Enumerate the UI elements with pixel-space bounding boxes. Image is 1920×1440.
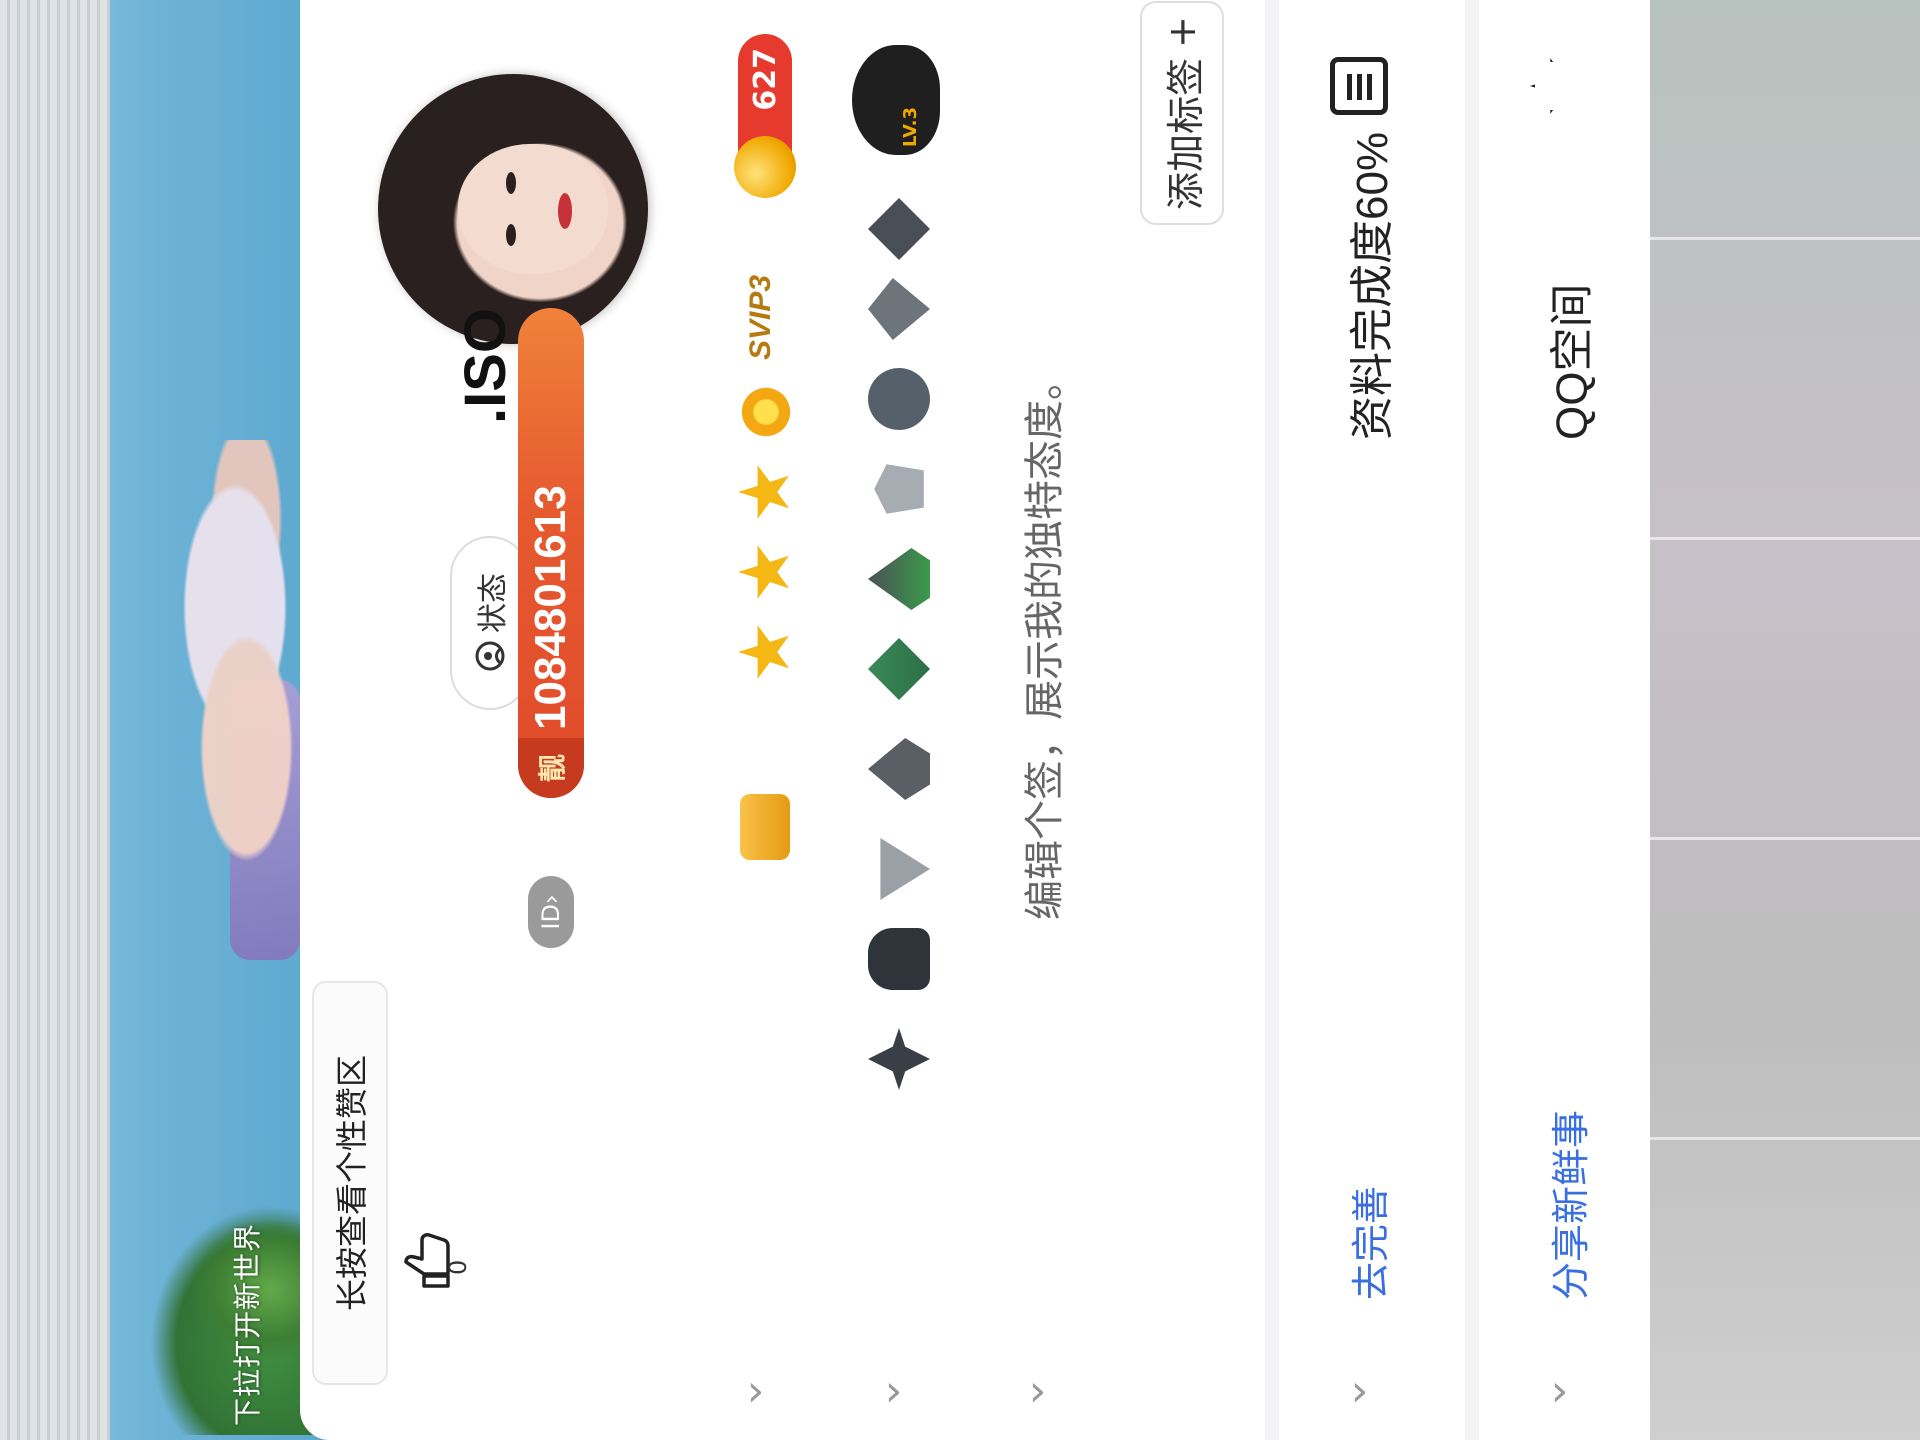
coin-badge: 627	[734, 34, 796, 198]
sun-level-icon	[738, 384, 794, 440]
avatar-lips	[558, 193, 572, 229]
svip-badge: SVIP3	[744, 274, 777, 360]
pretty-number-tag: 靓	[518, 738, 584, 798]
qq-number-badge[interactable]: 靓 1084801613	[518, 308, 584, 798]
star-level-icon	[738, 544, 794, 600]
qzone-star-icon	[1530, 57, 1588, 115]
medal-icon	[868, 738, 930, 800]
pull-to-open-hint: 下拉打开新世界	[232, 1222, 263, 1426]
chevron-right-icon: ›	[746, 1365, 765, 1417]
medal-icon	[868, 638, 930, 700]
nickname: .ISO	[453, 307, 518, 424]
status-label: 状态	[476, 573, 511, 633]
photo-separator	[1650, 537, 1920, 540]
id-detail-button[interactable]: ID ›	[528, 876, 574, 948]
medal-icon	[868, 1028, 930, 1090]
add-tag-button[interactable]: 添加标签 +	[1140, 1, 1224, 225]
star-level-icon	[738, 624, 794, 680]
status-icon	[475, 641, 505, 671]
medal-icon	[868, 278, 930, 340]
coin-count: 627	[747, 48, 783, 111]
share-news-link[interactable]: 分享新鲜事	[1540, 1110, 1595, 1300]
profile-screen: 下拉打开新世界 长按查看个性赞区 0 .ISO 状态 靓 1084801613	[0, 0, 1920, 1440]
avatar-eye	[506, 172, 516, 194]
crown-badge-icon	[740, 794, 790, 860]
avatar-face	[458, 144, 608, 274]
qzone-row[interactable]: QQ空间 分享新鲜事 ›	[1510, 0, 1620, 1440]
profile-completion-label: 资料完成度60%	[1348, 131, 1397, 440]
chevron-right-icon: ›	[884, 1365, 903, 1417]
medal-icon	[868, 548, 930, 610]
qzone-photo-strip[interactable]	[1650, 0, 1920, 1440]
like-zone-tooltip: 长按查看个性赞区	[312, 981, 388, 1385]
chevron-right-icon: ›	[1028, 1365, 1047, 1417]
chevron-right-icon: ›	[537, 894, 565, 905]
avatar-eye	[506, 224, 516, 246]
signature-placeholder: 编辑个签，展示我的独特态度。	[1023, 360, 1067, 920]
photo-separator	[1650, 237, 1920, 240]
id-label: ID	[537, 904, 565, 930]
vip-badge-row[interactable]: 627 SVIP3 ›	[720, 0, 800, 1440]
star-level-icon	[738, 464, 794, 520]
profile-completion-row[interactable]: 资料完成度60% 去完善 ›	[1310, 0, 1420, 1440]
chevron-right-icon: ›	[1350, 1365, 1369, 1417]
qzone-label: QQ空间	[1548, 283, 1597, 440]
medal-icon	[868, 198, 930, 260]
level-badge-label: LV.3	[900, 107, 921, 147]
plus-icon: +	[1160, 16, 1204, 48]
photo-separator	[1650, 837, 1920, 840]
avatar[interactable]	[378, 74, 648, 344]
profile-cover-background[interactable]: 下拉打开新世界	[0, 0, 340, 1440]
medal-icon	[868, 458, 930, 520]
signature-row[interactable]: 编辑个签，展示我的独特态度。 ›	[990, 0, 1090, 1440]
chevron-right-icon: ›	[1550, 1365, 1569, 1417]
qq-number: 1084801613	[526, 485, 575, 730]
medal-icon	[868, 838, 930, 900]
qq-level-penguin-badge: LV.3	[852, 45, 940, 155]
section-divider	[1265, 0, 1279, 1440]
coin-icon	[734, 136, 796, 198]
medal-icon	[868, 368, 930, 430]
profile-doc-icon	[1330, 57, 1388, 115]
medal-icon	[868, 928, 930, 990]
section-divider	[1465, 0, 1479, 1440]
complete-profile-link[interactable]: 去完善	[1340, 1186, 1395, 1300]
add-tag-label: 添加标签	[1163, 57, 1208, 210]
medal-badge-row[interactable]: LV.3 ›	[852, 0, 940, 1440]
like-count: 0	[444, 1259, 472, 1275]
photo-separator	[1650, 1137, 1920, 1140]
profile-card: 长按查看个性赞区 0 .ISO 状态 靓 1084801613 ID › 627…	[300, 0, 1920, 1440]
cover-blinds	[0, 0, 110, 1440]
